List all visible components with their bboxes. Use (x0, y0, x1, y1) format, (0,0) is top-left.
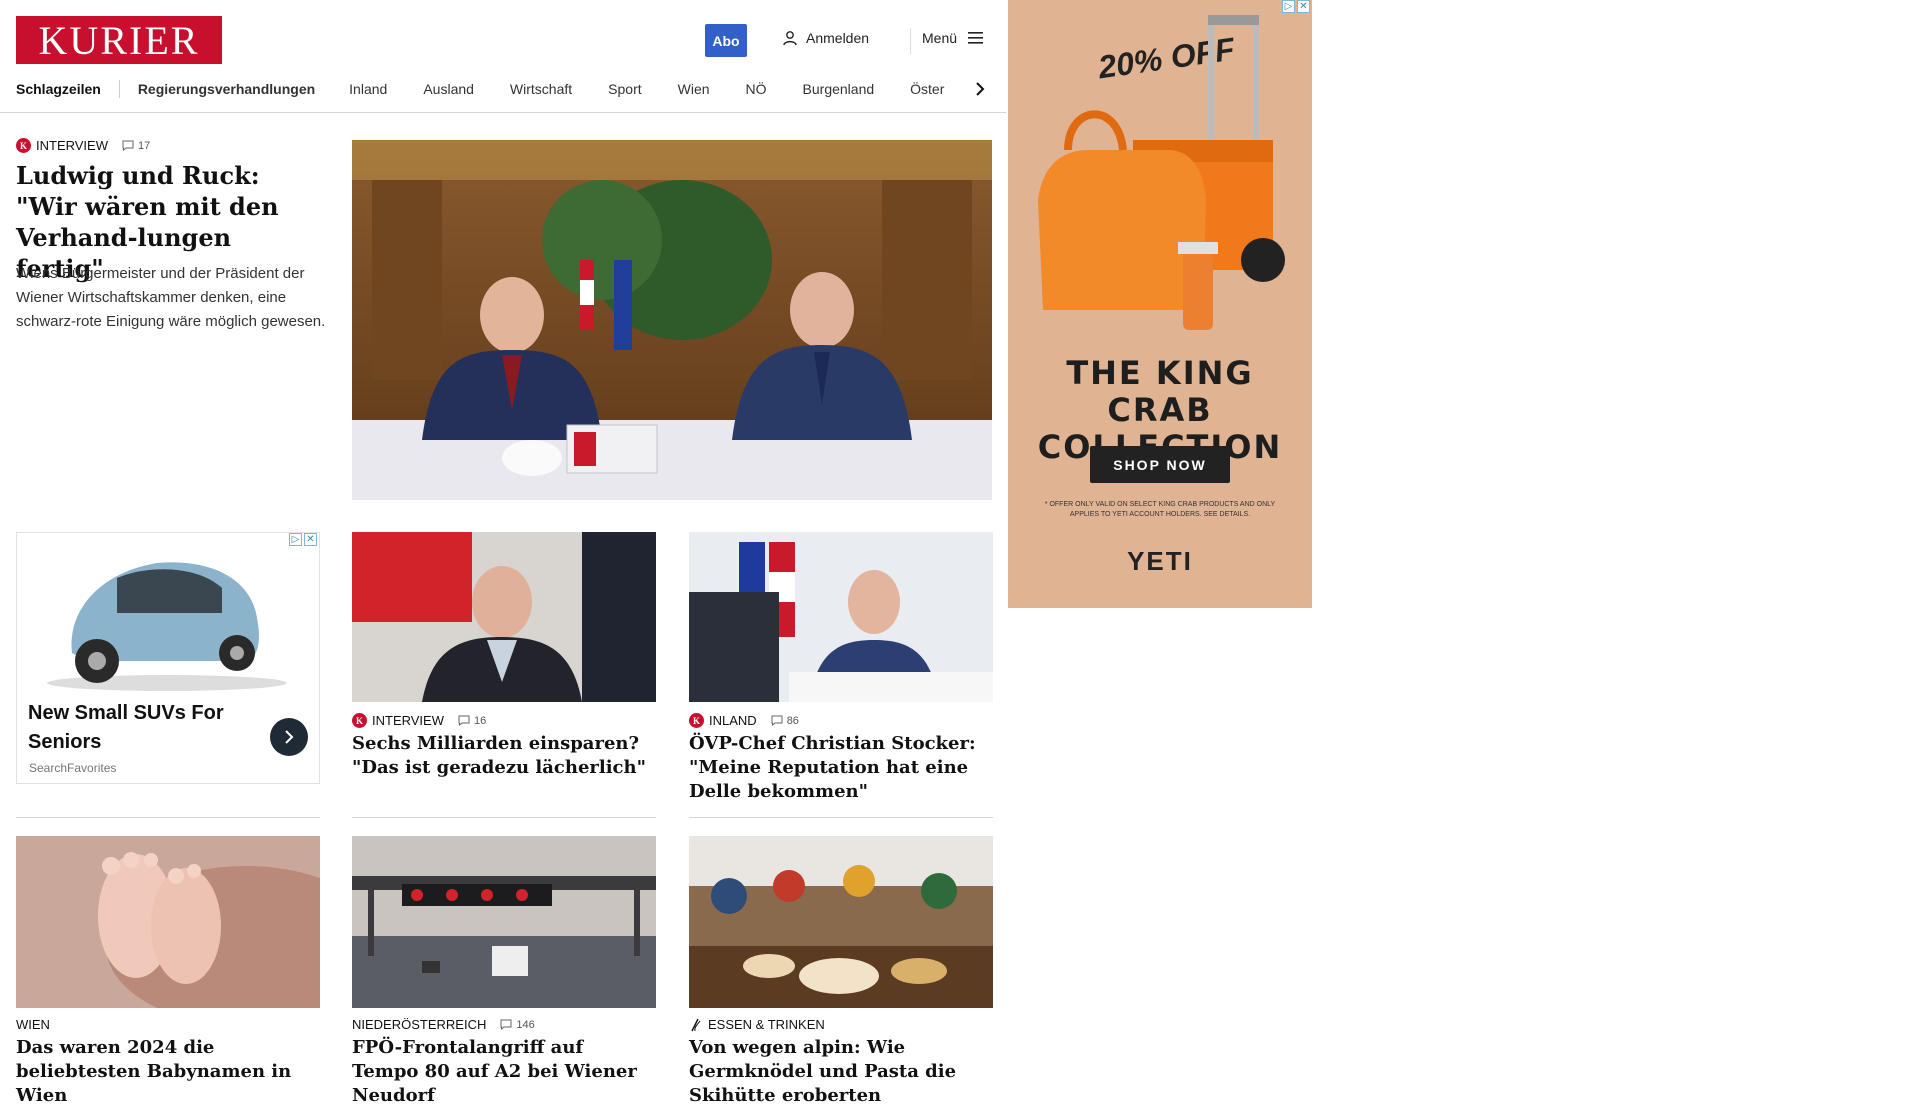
nav-item-wien[interactable]: Wien (678, 81, 710, 97)
native-ad[interactable]: ▷ ✕ New Small SUVs For Seniors SearchFavo… (16, 532, 320, 784)
card-comment-count: 86 (786, 714, 799, 727)
nav-item-noe[interactable]: NÖ (746, 81, 767, 97)
native-ad-source: SearchFavorites (29, 761, 117, 775)
card-comments[interactable]: 16 (458, 715, 486, 727)
ad-headline-line-1: THE KING CRAB (1066, 354, 1254, 429)
card-comment-count: 16 (474, 714, 487, 727)
menu-button[interactable]: Menü (922, 30, 985, 46)
card-image-inland[interactable] (689, 532, 993, 702)
nav-divider (118, 80, 120, 98)
lead-image[interactable] (352, 140, 992, 500)
card-headline[interactable]: Das waren 2024 die beliebtesten Babyname… (16, 1036, 318, 1108)
kurier-plus-icon: K (16, 138, 31, 153)
lead-comments[interactable]: 17 (122, 140, 150, 152)
card-category[interactable]: INLAND (709, 713, 757, 728)
card-meta-4: NIEDERÖSTERREICH 146 (352, 1017, 535, 1032)
card-comments[interactable]: 146 (500, 1018, 535, 1031)
card-image-baby-feet[interactable] (16, 836, 320, 1008)
card-headline[interactable]: Sechs Milliarden einsparen? "Das ist ger… (352, 732, 654, 780)
kurier-logo[interactable]: KURIER (16, 16, 222, 64)
comment-icon (500, 1019, 512, 1030)
section-nav: Schlagzeilen Regierungsverhandlungen Inl… (16, 78, 991, 100)
card-comment-count: 146 (516, 1018, 535, 1031)
lead-category[interactable]: INTERVIEW (36, 138, 108, 153)
card-image-interview[interactable] (352, 532, 656, 702)
nav-item-inland[interactable]: Inland (349, 81, 387, 97)
card-meta-5: ESSEN & TRINKEN (689, 1017, 825, 1032)
nav-item-schlagzeilen[interactable]: Schlagzeilen (16, 81, 101, 97)
card-category[interactable]: INTERVIEW (372, 713, 444, 728)
native-ad-arrow-button[interactable] (270, 718, 308, 756)
comment-icon (122, 140, 134, 151)
ad-close-icon[interactable]: ✕ (1297, 0, 1310, 13)
ad-close-icon[interactable]: ✕ (304, 533, 317, 546)
kurier-plus-icon: K (352, 713, 367, 728)
nav-scroll-right-button[interactable] (970, 78, 990, 100)
row-divider (352, 817, 656, 818)
card-image-highway[interactable] (352, 836, 656, 1008)
comment-icon (771, 715, 783, 726)
hamburger-icon (968, 32, 984, 44)
yeti-logo: YETI (1127, 546, 1193, 576)
card-image-ski-hut-food[interactable] (689, 836, 993, 1008)
nav-item-sport[interactable]: Sport (608, 81, 641, 97)
chevron-right-icon (285, 730, 294, 744)
nav-item-regierungsverhandlungen[interactable]: Regierungsverhandlungen (138, 81, 315, 97)
lead-comment-count: 17 (138, 139, 151, 152)
user-icon (783, 31, 797, 46)
logo-text: KURIER (38, 17, 200, 63)
card-category[interactable]: ESSEN & TRINKEN (708, 1017, 825, 1032)
login-label: Anmelden (806, 30, 870, 46)
header-bottom-border (0, 112, 1006, 113)
card-headline[interactable]: Von wegen alpin: Wie Germknödel und Past… (689, 1036, 991, 1108)
ad-choices-badge[interactable]: ▷ ✕ (289, 533, 317, 546)
menu-label: Menü (922, 30, 958, 46)
native-ad-title[interactable]: New Small SUVs For Seniors (28, 699, 248, 757)
nav-item-wirtschaft[interactable]: Wirtschaft (510, 81, 572, 97)
ad-fine-print: * OFFER ONLY VALID ON SELECT KING CRAB P… (1044, 501, 1276, 518)
food-icon (691, 1018, 701, 1031)
card-category[interactable]: NIEDERÖSTERREICH (352, 1017, 486, 1032)
login-button[interactable]: Anmelden (782, 30, 869, 46)
chevron-right-icon (976, 82, 985, 96)
cooler-product-image (1038, 15, 1285, 330)
yeti-display-ad[interactable]: ▷✕ 20% OFF THE KING CRAB COLLECTION SHOP… (1008, 0, 1312, 608)
nav-item-ausland[interactable]: Ausland (423, 81, 474, 97)
row-divider (16, 817, 320, 818)
card-meta-2: K INLAND 86 (689, 713, 799, 728)
lead-meta: K INTERVIEW 17 (16, 138, 150, 153)
card-headline[interactable]: FPÖ-Frontalangriff auf Tempo 80 auf A2 b… (352, 1036, 654, 1108)
ad-info-icon[interactable]: ▷ (289, 533, 302, 546)
lead-teaser[interactable]: Wiens Bürgermeister und der Präsident de… (16, 262, 326, 334)
comment-icon (458, 715, 470, 726)
card-comments[interactable]: 86 (771, 715, 799, 727)
header-divider (910, 28, 911, 54)
abo-button[interactable]: Abo (705, 24, 747, 57)
card-category[interactable]: WIEN (16, 1017, 50, 1032)
row-divider (689, 817, 993, 818)
nav-item-oesterreich[interactable]: Öster (910, 81, 944, 97)
native-ad-image[interactable] (17, 533, 319, 691)
kurier-plus-icon: K (689, 713, 704, 728)
card-meta-3: WIEN (16, 1017, 50, 1032)
card-headline[interactable]: ÖVP-Chef Christian Stocker: "Meine Reput… (689, 732, 991, 804)
nav-item-burgenland[interactable]: Burgenland (803, 81, 875, 97)
card-meta-1: K INTERVIEW 16 (352, 713, 486, 728)
shop-now-button[interactable]: SHOP NOW (1090, 446, 1230, 483)
